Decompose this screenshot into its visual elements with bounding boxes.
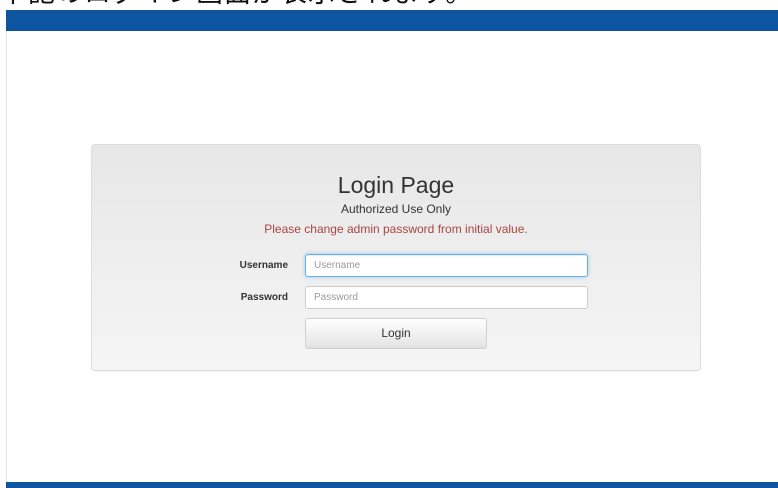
username-input[interactable]	[305, 254, 588, 277]
caption-text: 下記のログイン画面が表示されます。	[0, 0, 473, 10]
login-button[interactable]: Login	[305, 318, 487, 349]
password-input[interactable]	[305, 286, 588, 309]
password-label: Password	[240, 292, 288, 303]
page-title: Login Page	[337, 172, 455, 198]
document-caption: 下記のログイン画面が表示されます。	[0, 0, 778, 10]
header-bar	[6, 10, 778, 31]
page-subtitle: Authorized Use Only	[340, 202, 452, 216]
username-label: Username	[239, 260, 288, 271]
left-divider	[6, 31, 7, 482]
login-panel: Login Page Authorized Use Only Please ch…	[91, 144, 701, 371]
password-warning-message: Please change admin password from initia…	[264, 222, 528, 236]
footer-bar	[6, 482, 778, 488]
